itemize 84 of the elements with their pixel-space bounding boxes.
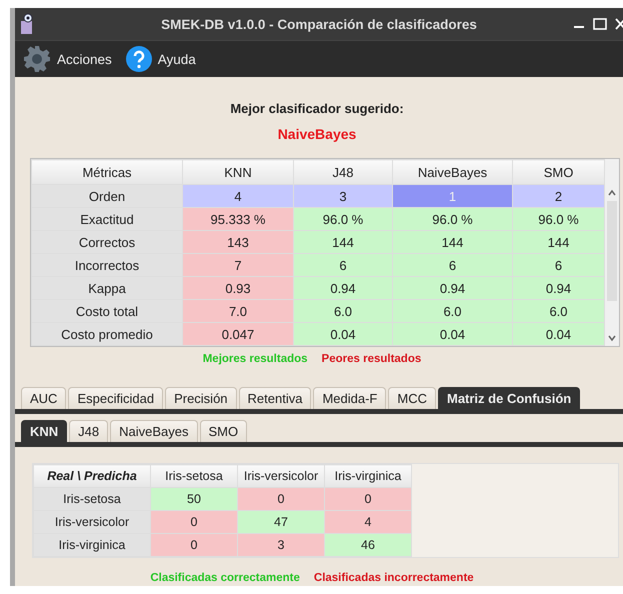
table-cell: 6.0	[512, 300, 604, 322]
menu-item[interactable]: Ayuda	[126, 46, 196, 72]
table-cell: 6.0	[392, 300, 512, 322]
help-icon	[126, 46, 152, 72]
table-cell: 6.0	[294, 300, 392, 322]
row-header: Iris-setosa	[34, 488, 150, 510]
scroll-up-icon[interactable]	[607, 189, 617, 197]
column-header[interactable]: KNN	[182, 160, 294, 184]
column-header[interactable]: Métricas	[32, 160, 182, 184]
table-cell: 0.04	[512, 322, 604, 346]
tab[interactable]: KNN	[21, 420, 68, 442]
table-cell: 3	[238, 534, 324, 556]
tab[interactable]: AUC	[21, 387, 66, 409]
tab[interactable]: NaiveBayes	[110, 420, 198, 442]
table-cell: 0	[150, 510, 238, 534]
table-cell: 4	[324, 510, 412, 534]
tab[interactable]: Precisión	[165, 387, 237, 409]
suggested-classifier: NaiveBayes	[278, 126, 356, 142]
table-cell: 47	[238, 510, 324, 534]
table-cell: 0.93	[182, 276, 294, 300]
table-cell: 0	[324, 488, 412, 510]
legend-label: Clasificadas incorrectamente	[314, 572, 474, 584]
table-cell: 0	[150, 534, 238, 556]
column-header[interactable]: Iris-versicolor	[238, 464, 324, 488]
row-header: Iris-versicolor	[34, 510, 150, 534]
table-cell: 96.0 %	[512, 208, 604, 230]
row-header: Correctos	[32, 230, 182, 254]
row-header: Exactitud	[32, 208, 182, 230]
table-cell: 3	[294, 184, 392, 208]
gear-icon	[23, 45, 51, 73]
row-header: Incorrectos	[32, 254, 182, 276]
column-header[interactable]: SMO	[512, 160, 604, 184]
tab[interactable]: Retentiva	[238, 387, 312, 409]
table-cell: 144	[512, 230, 604, 254]
suggestion-heading: Mejor clasificador sugerido:	[230, 101, 404, 116]
table-cell: 1	[392, 184, 512, 208]
tab[interactable]: MCC	[388, 387, 436, 409]
table-cell: 144	[392, 230, 512, 254]
legend-label: Mejores resultados	[202, 353, 308, 365]
column-header[interactable]: Iris-virginica	[324, 464, 412, 488]
table-cell: 7	[182, 254, 294, 276]
app-logo-icon	[19, 13, 35, 35]
table-cell: 144	[294, 230, 392, 254]
row-header: Orden	[32, 184, 182, 208]
table-cell: 2	[512, 184, 604, 208]
row-header: Iris-virginica	[34, 534, 150, 556]
close-icon[interactable]	[615, 18, 623, 30]
tab[interactable]: Medida-F	[313, 387, 386, 409]
menu-item[interactable]: Acciones	[23, 45, 112, 73]
column-header[interactable]: Real \ Predicha	[34, 464, 150, 488]
column-header[interactable]: NaiveBayes	[392, 160, 512, 184]
table-cell: 95.333 %	[182, 208, 294, 230]
column-header[interactable]: Iris-setosa	[150, 464, 238, 488]
tab[interactable]: J48	[69, 420, 108, 442]
tab[interactable]: Matriz de Confusión	[438, 387, 580, 409]
scroll-down-icon[interactable]	[607, 334, 617, 342]
table-cell: 6	[392, 254, 512, 276]
table-cell: 96.0 %	[392, 208, 512, 230]
window-title: SMEK-DB v1.0.0 - Comparación de clasificadores	[160, 16, 478, 32]
row-header: Kappa	[32, 276, 182, 300]
table-cell: 0.94	[294, 276, 392, 300]
tab[interactable]: Especificidad	[68, 387, 164, 409]
row-header: Costo total	[32, 300, 182, 322]
row-header: Costo promedio	[32, 322, 182, 346]
maximize-icon[interactable]	[593, 18, 607, 30]
table-cell: 7.0	[182, 300, 294, 322]
tab[interactable]: SMO	[200, 420, 248, 442]
table-cell: 0.94	[512, 276, 604, 300]
table-cell: 0.047	[182, 322, 294, 346]
table-cell: 6	[294, 254, 392, 276]
table-cell: 0.94	[392, 276, 512, 300]
legend-label: Clasificadas correctamente	[150, 572, 300, 584]
table-cell: 4	[182, 184, 294, 208]
table-cell: 50	[150, 488, 238, 510]
table-cell: 0.04	[294, 322, 392, 346]
column-header[interactable]: J48	[294, 160, 392, 184]
table-cell: 46	[324, 534, 412, 556]
table-cell: 0.04	[392, 322, 512, 346]
table-cell: 6	[512, 254, 604, 276]
legend-label: Peores resultados	[322, 353, 422, 365]
table-cell: 96.0 %	[294, 208, 392, 230]
table-cell: 0	[238, 488, 324, 510]
table-cell: 143	[182, 230, 294, 254]
scrollbar[interactable]	[605, 159, 619, 346]
